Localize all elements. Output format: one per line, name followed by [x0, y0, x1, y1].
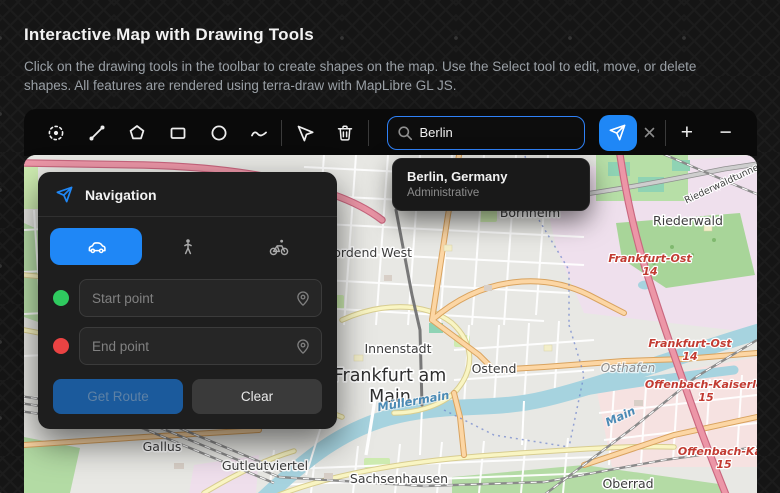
- tool-rectangle-button[interactable]: [158, 111, 199, 155]
- search-result-item[interactable]: Berlin, Germany Administrative: [407, 169, 575, 199]
- start-point-input[interactable]: [79, 279, 322, 317]
- point-icon: [46, 123, 66, 143]
- map-label-gutleutviertel: Gutleutviertel: [222, 458, 308, 473]
- map-label-nordend-west: Nordend West: [324, 245, 412, 260]
- zoom-out-button[interactable]: −: [706, 111, 745, 155]
- search-input[interactable]: [387, 116, 585, 150]
- map-label-offenbach-kaiserlei: Offenbach-Kaiserlei: [678, 445, 757, 458]
- map-label-frankfurt-ost: Frankfurt-Ost: [648, 337, 732, 350]
- navigation-panel: Navigation: [38, 172, 337, 429]
- start-point-row: [38, 269, 337, 317]
- clear-route-button[interactable]: Clear: [192, 379, 322, 414]
- bike-icon: [268, 236, 290, 258]
- toolbar-divider: [368, 120, 369, 146]
- toolbar-divider: [281, 120, 282, 146]
- start-point-dot: [53, 290, 69, 306]
- select-icon: [295, 123, 315, 143]
- map-label-oberrad: Oberrad: [602, 476, 653, 491]
- trash-icon: [335, 123, 355, 143]
- tool-select-button[interactable]: [284, 111, 325, 155]
- map-label-junction-15: 15: [698, 391, 714, 404]
- map-label-riederwald: Riederwald: [653, 213, 723, 228]
- tool-line-button[interactable]: [77, 111, 118, 155]
- drawing-toolbar: + −: [24, 109, 757, 156]
- map-label-innenstadt: Innenstadt: [364, 341, 431, 356]
- map-label-junction-14: 14: [642, 265, 657, 278]
- map-label-sachsenhausen: Sachsenhausen: [350, 471, 448, 486]
- tool-polygon-button[interactable]: [117, 111, 158, 155]
- mode-walk-button[interactable]: [142, 228, 234, 265]
- search-result-secondary: Administrative: [407, 187, 575, 199]
- map-label-frankfurt-ost: Frankfurt-Ost: [608, 252, 692, 265]
- car-icon: [85, 236, 107, 258]
- tool-delete-button[interactable]: [325, 111, 366, 155]
- geocoder-search: [387, 116, 585, 150]
- map-label-junction-15: 15: [716, 458, 732, 471]
- page-description: Click on the drawing tools in the toolba…: [24, 57, 746, 95]
- map-label-offenbach-kaiserlei: Offenbach-Kaiserlei: [645, 378, 757, 391]
- map-label-junction-14: 14: [682, 350, 697, 363]
- mode-bike-button[interactable]: [233, 228, 325, 265]
- toolbar-divider: [665, 120, 666, 146]
- circle-icon: [209, 123, 229, 143]
- travel-mode-group: [38, 217, 337, 269]
- tool-point-button[interactable]: [36, 111, 77, 155]
- walk-icon: [178, 237, 198, 257]
- x-icon: [644, 127, 655, 138]
- end-point-input[interactable]: [79, 327, 322, 365]
- page-title: Interactive Map with Drawing Tools: [24, 25, 314, 45]
- tool-circle-button[interactable]: [198, 111, 239, 155]
- app-stage: Interactive Map with Drawing Tools Click…: [0, 0, 780, 493]
- search-result-primary: Berlin, Germany: [407, 169, 575, 184]
- end-point-dot: [53, 338, 69, 354]
- search-results-dropdown: Berlin, Germany Administrative: [392, 158, 590, 211]
- navigation-panel-header: Navigation: [38, 172, 337, 217]
- navigation-icon: [608, 123, 627, 142]
- map-label-osthafen: Osthafen: [601, 361, 656, 375]
- zoom-in-button[interactable]: +: [668, 111, 707, 155]
- navigation-actions: Get Route Clear: [38, 365, 337, 429]
- line-icon: [87, 123, 107, 143]
- get-route-button[interactable]: Get Route: [53, 379, 183, 414]
- navigation-icon: [55, 185, 74, 204]
- tool-freehand-button[interactable]: [239, 111, 280, 155]
- map-label-frankfurt-line1: Frankfurt am: [334, 366, 447, 386]
- navigation-close-icon[interactable]: [643, 126, 657, 140]
- map-label-ostend: Ostend: [472, 361, 517, 376]
- map-label-gallus: Gallus: [143, 439, 182, 454]
- mode-car-button[interactable]: [50, 228, 142, 265]
- navigation-toggle-button[interactable]: [599, 115, 637, 151]
- freehand-icon: [249, 123, 269, 143]
- navigation-panel-title: Navigation: [85, 187, 157, 203]
- polygon-icon: [127, 123, 147, 143]
- rectangle-icon: [168, 123, 188, 143]
- end-point-row: [38, 317, 337, 365]
